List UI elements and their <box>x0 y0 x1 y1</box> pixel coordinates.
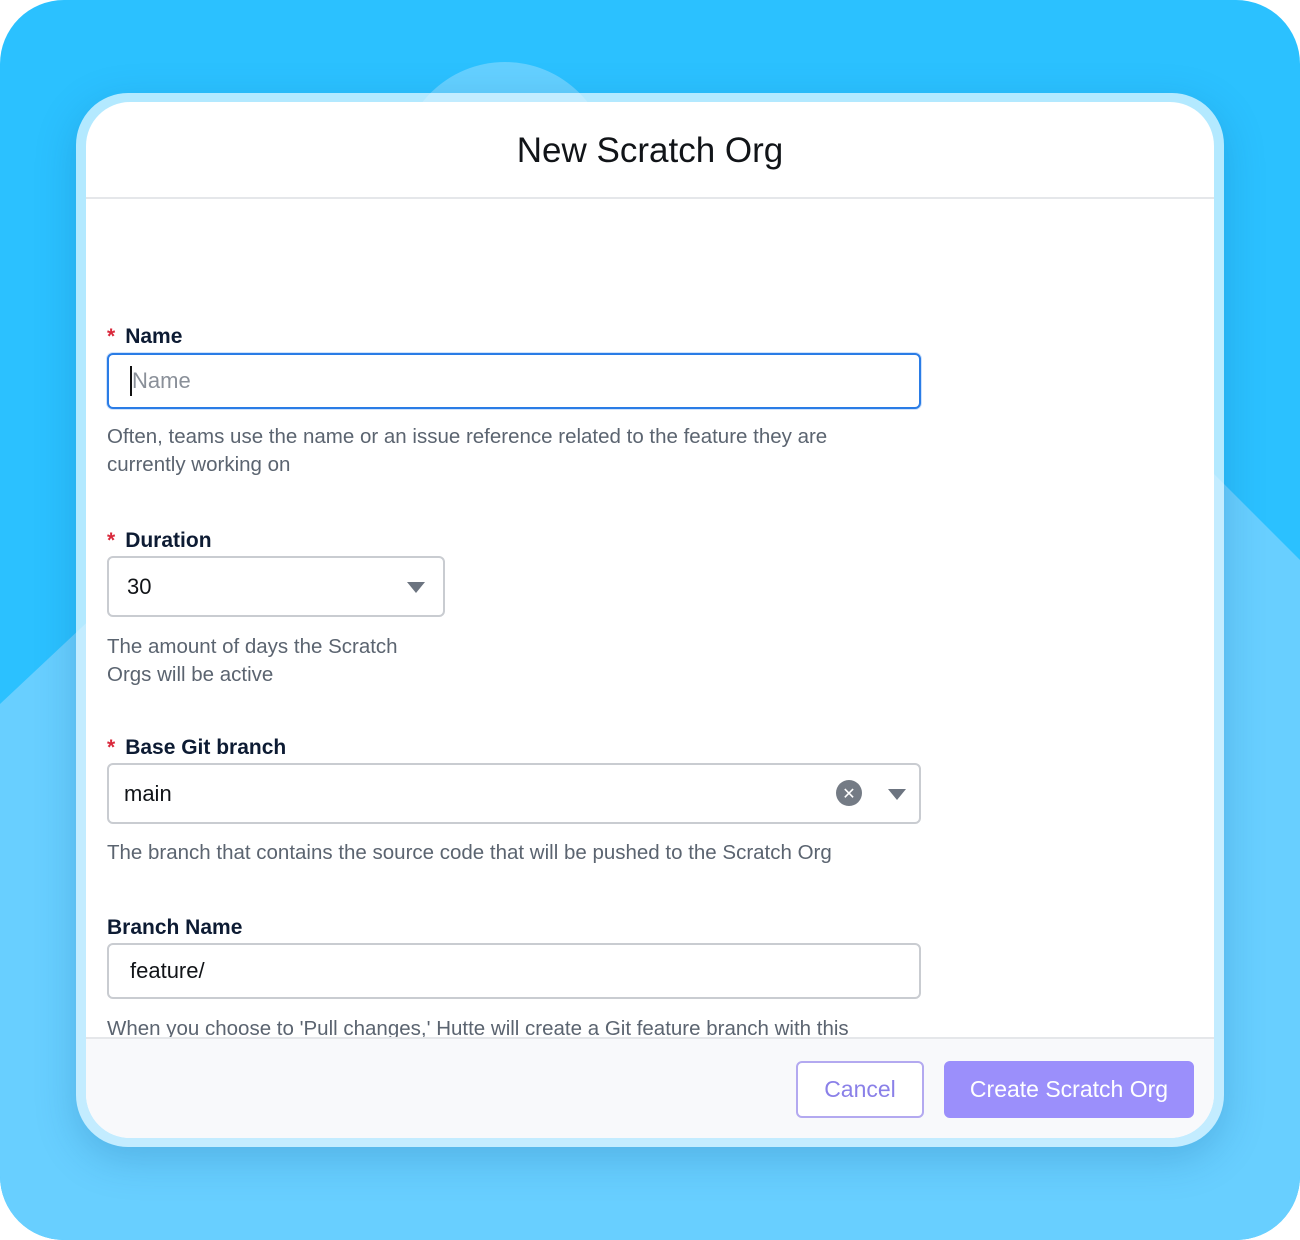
name-label: * Name <box>107 325 182 349</box>
modal-header: New Scratch Org <box>86 102 1214 199</box>
base-branch-label: * Base Git branch <box>107 736 286 760</box>
name-help-text: Often, teams use the name or an issue re… <box>107 425 828 476</box>
create-scratch-org-button[interactable]: Create Scratch Org <box>944 1061 1194 1118</box>
cancel-button[interactable]: Cancel <box>796 1061 924 1118</box>
branch-name-value: feature/ <box>130 958 205 983</box>
modal-title: New Scratch Org <box>516 130 784 170</box>
duration-label-text: Duration <box>125 529 212 552</box>
duration-label: * Duration <box>107 529 212 553</box>
branch-name-input[interactable]: feature/ <box>107 943 921 999</box>
duration-help-text: The amount of days the Scratch Orgs will… <box>107 635 398 686</box>
name-input[interactable]: Name <box>107 353 921 409</box>
clear-icon[interactable]: ✕ <box>836 780 862 806</box>
modal-footer: Cancel Create Scratch Org <box>86 1037 1214 1138</box>
required-marker: * <box>107 736 116 759</box>
branch-name-label-text: Branch Name <box>107 916 243 939</box>
name-label-text: Name <box>125 325 183 348</box>
required-marker: * <box>107 529 116 552</box>
name-placeholder: Name <box>132 368 191 393</box>
chevron-down-icon <box>407 582 425 593</box>
chevron-down-icon[interactable] <box>888 789 906 800</box>
modal-body: * Name Name Often, teams use the name or… <box>86 199 1214 1068</box>
base-branch-help-text: The branch that contains the source code… <box>107 841 832 864</box>
base-branch-value: main <box>124 780 172 806</box>
duration-select[interactable]: 30 <box>107 556 445 617</box>
new-scratch-org-modal: New Scratch Org * Name Name Often, teams… <box>86 102 1214 1138</box>
base-branch-label-text: Base Git branch <box>125 736 287 759</box>
base-branch-combobox[interactable]: main ✕ <box>107 763 921 824</box>
required-marker: * <box>107 325 116 348</box>
duration-value: 30 <box>127 573 152 599</box>
branch-name-label: Branch Name <box>107 916 242 940</box>
